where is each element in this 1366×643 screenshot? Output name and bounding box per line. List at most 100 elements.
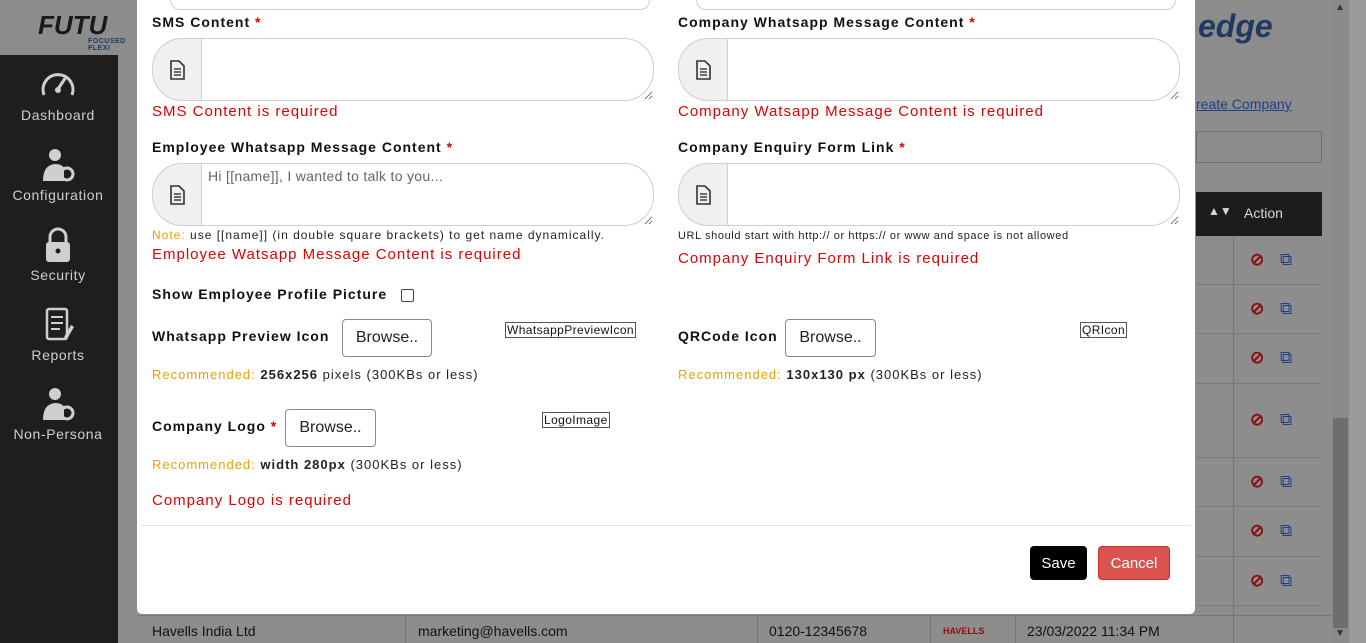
- cell-divider: [405, 616, 406, 643]
- show-profile-picture-checkbox[interactable]: [401, 289, 414, 302]
- scrollbar-thumb[interactable]: [1333, 418, 1348, 628]
- rec-size: 256x256: [260, 367, 319, 382]
- modal-footer-divider: [141, 525, 1191, 526]
- dashboard-gauge-icon: [41, 73, 75, 96]
- qrcode-icon-browse-button[interactable]: Browse..: [785, 319, 876, 357]
- window-edge: [1349, 0, 1366, 643]
- company-enquiry-link-hint: URL should start with http:// or https:/…: [678, 230, 1069, 242]
- required-mark: *: [446, 139, 454, 155]
- disable-icon[interactable]: ⊘: [1250, 472, 1264, 492]
- show-profile-picture-label: Show Employee Profile Picture: [152, 286, 388, 302]
- copy-icon[interactable]: ⧉: [1280, 410, 1292, 430]
- company-whatsapp-content-field: [678, 38, 1180, 101]
- row-divider: [1196, 457, 1322, 458]
- sidebar-item-security[interactable]: Security: [0, 227, 116, 283]
- whatsapp-preview-icon-recommendation: Recommended: 256x256 pixels (300KBs or l…: [152, 367, 479, 382]
- whatsapp-preview-icon-label: Whatsapp Preview Icon: [152, 328, 330, 344]
- rec-size: 130x130 px: [786, 367, 866, 382]
- cell-divider: [930, 616, 931, 643]
- table-row: Havells India Ltd marketing@havells.com …: [138, 615, 1332, 643]
- sidebar-item-dashboard[interactable]: Dashboard: [0, 67, 116, 123]
- row-divider: [1196, 333, 1322, 334]
- label-text: Company Whatsapp Message Content: [678, 14, 965, 30]
- row-divider: [1196, 605, 1322, 606]
- previous-field-bottom[interactable]: [696, 0, 1176, 10]
- company-enquiry-link-error: Company Enquiry Form Link is required: [678, 250, 980, 267]
- row-actions: ⊘⧉: [1250, 521, 1310, 541]
- page-scrollbar[interactable]: ▲ ▼: [1332, 0, 1349, 643]
- row-divider: [1196, 383, 1322, 384]
- copy-icon[interactable]: ⧉: [1280, 348, 1292, 368]
- qrcode-icon-image: QRIcon: [1080, 322, 1128, 338]
- email-cell: marketing@havells.com: [418, 623, 568, 639]
- copy-icon[interactable]: ⧉: [1280, 250, 1292, 270]
- logo-text: FUTU: [38, 10, 108, 40]
- sidebar-item-label: Reports: [31, 347, 85, 363]
- company-logo-image: LogoImage: [542, 412, 610, 428]
- company-logo-recommendation: Recommended: width 280px (300KBs or less…: [152, 457, 463, 472]
- employee-whatsapp-content-input[interactable]: [201, 163, 654, 226]
- sms-content-error: SMS Content is required: [152, 103, 339, 120]
- required-mark: *: [270, 418, 278, 434]
- sidebar: Dashboard Configuration Security Reports: [0, 55, 118, 643]
- label-text: Company Logo: [152, 418, 266, 434]
- copy-icon[interactable]: ⧉: [1280, 472, 1292, 492]
- cancel-button[interactable]: Cancel: [1098, 546, 1170, 580]
- sidebar-item-non-persona[interactable]: Non-Persona: [0, 386, 116, 442]
- company-whatsapp-content-label: Company Whatsapp Message Content *: [678, 14, 976, 30]
- rec-rest: (300KBs or less): [870, 367, 983, 382]
- save-button[interactable]: Save: [1030, 546, 1087, 580]
- row-divider: [1196, 506, 1322, 507]
- sidebar-item-label: Security: [30, 267, 86, 283]
- company-whatsapp-content-error: Company Watsapp Message Content is requi…: [678, 103, 1044, 120]
- company-logo-browse-button[interactable]: Browse..: [285, 409, 376, 447]
- copy-icon[interactable]: ⧉: [1280, 571, 1292, 591]
- whatsapp-preview-icon-image: WhatsappPreviewIcon: [505, 322, 636, 338]
- disable-icon[interactable]: ⊘: [1250, 299, 1264, 319]
- disable-icon[interactable]: ⊘: [1250, 348, 1264, 368]
- sort-icon[interactable]: ▲▼: [1208, 204, 1232, 218]
- previous-field-bottom[interactable]: [170, 0, 650, 10]
- cell-divider: [1015, 616, 1016, 643]
- disable-icon[interactable]: ⊘: [1250, 410, 1264, 430]
- cell-divider: [1233, 616, 1234, 643]
- lock-icon: [46, 227, 70, 262]
- employee-whatsapp-note: Note: use [[name]] (in double square bra…: [152, 228, 605, 242]
- disable-icon[interactable]: ⊘: [1250, 521, 1264, 541]
- rec-key: Recommended:: [152, 457, 256, 472]
- row-actions: ⊘⧉: [1250, 472, 1310, 492]
- note-text: use [[name]] (in double square brackets)…: [190, 228, 605, 242]
- employee-whatsapp-content-label: Employee Whatsapp Message Content *: [152, 139, 453, 155]
- product-logo: edge: [1198, 8, 1273, 44]
- company-whatsapp-content-input[interactable]: [727, 38, 1180, 101]
- employee-whatsapp-content-field: [152, 163, 654, 226]
- sms-content-input[interactable]: [201, 38, 654, 101]
- required-mark: *: [899, 139, 906, 155]
- disable-icon[interactable]: ⊘: [1250, 250, 1264, 270]
- user-gear-icon: [43, 149, 75, 182]
- disable-icon[interactable]: ⊘: [1250, 571, 1264, 591]
- company-enquiry-link-label: Company Enquiry Form Link *: [678, 139, 906, 155]
- copy-icon[interactable]: ⧉: [1280, 299, 1292, 319]
- search-input[interactable]: [1196, 131, 1322, 163]
- scroll-up-icon[interactable]: ▲: [1335, 2, 1345, 13]
- create-company-link[interactable]: reate Company: [1196, 96, 1292, 112]
- company-enquiry-link-input[interactable]: [727, 163, 1180, 226]
- user-gear-icon: [43, 388, 75, 421]
- scroll-down-icon[interactable]: ▼: [1335, 628, 1345, 639]
- cell-divider: [757, 616, 758, 643]
- sidebar-item-configuration[interactable]: Configuration: [0, 147, 116, 203]
- row-actions: ⊘⧉: [1250, 299, 1310, 319]
- copy-icon[interactable]: ⧉: [1280, 521, 1292, 541]
- company-logo: FUTU FOCUSED FLEXI: [38, 10, 125, 52]
- row-actions: ⊘⧉: [1250, 250, 1310, 270]
- sidebar-item-reports[interactable]: Reports: [0, 307, 116, 363]
- row-divider: [1196, 284, 1322, 285]
- report-document-icon: [45, 307, 74, 341]
- sidebar-item-label: Non-Persona: [13, 426, 103, 442]
- employee-whatsapp-content-error: Employee Watsapp Message Content is requ…: [152, 246, 522, 263]
- whatsapp-preview-icon-browse-button[interactable]: Browse..: [342, 319, 432, 357]
- qrcode-icon-label: QRCode Icon: [678, 328, 778, 344]
- required-mark: *: [255, 14, 262, 30]
- document-icon: [678, 38, 728, 101]
